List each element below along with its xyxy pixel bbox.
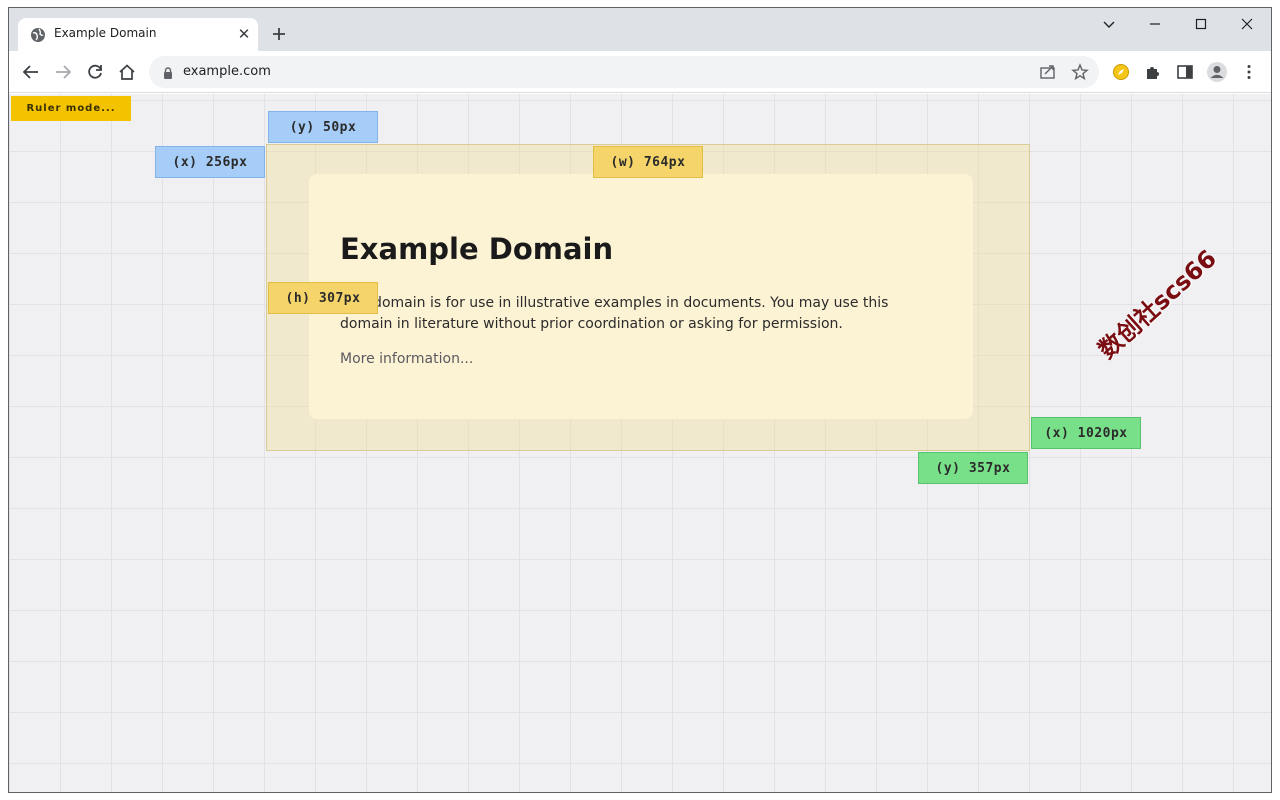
ruler-label-top-y: (y) 50px [268, 111, 378, 143]
more-information-link[interactable]: More information... [340, 351, 473, 367]
ruler-label-right-x: (x) 1020px [1031, 417, 1141, 449]
star-icon[interactable] [1070, 62, 1090, 82]
side-panel-icon [1177, 65, 1193, 79]
menu-button[interactable] [1237, 60, 1261, 84]
page-description: This domain is for use in illustrative e… [340, 295, 889, 332]
avatar-icon [1207, 62, 1227, 82]
minimize-icon [1150, 23, 1160, 25]
puzzle-icon [1147, 67, 1159, 79]
page-viewport: Ruler mode... Example Domain This domain… [9, 94, 1271, 792]
arrow-right-icon [56, 65, 72, 79]
reload-icon [88, 64, 102, 79]
share-icon[interactable] [1038, 62, 1058, 82]
forward-button[interactable] [51, 60, 75, 84]
profile-button[interactable] [1205, 60, 1229, 84]
new-tab-button[interactable] [267, 22, 291, 46]
kebab-menu-icon [1247, 65, 1251, 79]
globe-icon [30, 27, 46, 43]
plus-icon [273, 28, 285, 40]
arrow-left-icon [22, 65, 38, 79]
tab-strip: Example Domain ✕ [9, 8, 1271, 51]
close-icon [1241, 18, 1253, 30]
extensions-button[interactable] [1141, 60, 1165, 84]
maximize-button[interactable] [1181, 12, 1221, 36]
address-bar[interactable]: example.com [149, 56, 1099, 88]
url-text[interactable]: example.com [183, 64, 271, 79]
content-card: Example Domain This domain is for use in… [309, 174, 973, 419]
compass-icon [1113, 64, 1129, 80]
ruler-mode-button[interactable]: Ruler mode... [11, 96, 131, 121]
home-icon [119, 64, 135, 80]
minimize-button[interactable] [1135, 12, 1175, 36]
tab-search-button[interactable] [1089, 12, 1129, 36]
side-panel-button[interactable] [1173, 60, 1197, 84]
back-button[interactable] [19, 60, 43, 84]
maximize-icon [1195, 18, 1207, 30]
tab-title: Example Domain [54, 26, 157, 40]
browser-window: Example Domain ✕ example.com Ruler mode.… [8, 7, 1272, 793]
ruler-label-left-x: (x) 256px [155, 146, 265, 178]
ruler-label-bottom-y: (y) 357px [918, 452, 1028, 484]
lock-icon[interactable] [161, 65, 175, 79]
reload-button[interactable] [83, 60, 107, 84]
browser-toolbar: example.com [9, 51, 1271, 93]
close-icon[interactable]: ✕ [236, 26, 252, 42]
ruler-label-height: (h) 307px [268, 282, 378, 314]
watermark: 数创社scs66 [1093, 244, 1222, 365]
tab-example-domain[interactable]: Example Domain ✕ [18, 18, 258, 51]
page-title: Example Domain [340, 232, 614, 266]
compass-extension-button[interactable] [1109, 60, 1133, 84]
close-window-button[interactable] [1227, 12, 1267, 36]
ruler-label-width: (w) 764px [593, 146, 703, 178]
chevron-down-icon [1103, 21, 1115, 28]
home-button[interactable] [115, 60, 139, 84]
